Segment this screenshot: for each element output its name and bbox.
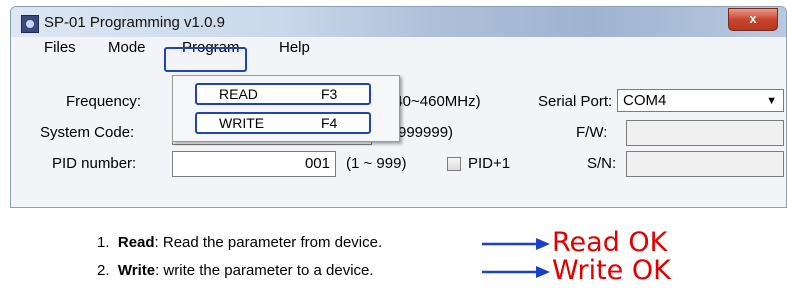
fw-label: F/W: bbox=[576, 124, 608, 141]
menu-files[interactable]: Files bbox=[44, 39, 76, 56]
chevron-down-icon[interactable]: ▼ bbox=[766, 95, 777, 107]
serial-port-select[interactable]: COM4 ▼ bbox=[617, 89, 784, 112]
fw-field bbox=[626, 120, 784, 146]
app-icon bbox=[21, 15, 39, 33]
note-number: 2. bbox=[97, 262, 110, 279]
arrow-right-icon bbox=[482, 238, 550, 250]
pid-label: PID number: bbox=[52, 155, 137, 172]
read-ok-text: Read OK bbox=[552, 227, 668, 258]
program-dropdown: READ F3 WRITE F4 bbox=[172, 75, 400, 142]
menu-help[interactable]: Help bbox=[279, 39, 310, 56]
pid-range: (1 ~ 999) bbox=[346, 155, 407, 172]
note-keyword: Write bbox=[117, 262, 156, 279]
system-code-range: 999999) bbox=[398, 124, 454, 141]
menu-item-shortcut: F3 bbox=[321, 86, 338, 102]
pid-value: 001 bbox=[304, 155, 330, 172]
window-title: SP-01 Programming v1.0.9 bbox=[44, 14, 225, 31]
frequency-label: Frequency: bbox=[66, 93, 142, 110]
write-ok-text: Write OK bbox=[552, 255, 671, 286]
program-menu-highlight bbox=[164, 47, 247, 72]
system-code-label: System Code: bbox=[40, 124, 135, 141]
serial-port-value: COM4 bbox=[623, 92, 667, 109]
note-text: : write the parameter to a device. bbox=[155, 262, 374, 279]
note-number: 1. bbox=[97, 234, 110, 251]
arrow-right-icon bbox=[482, 266, 550, 278]
title-bar[interactable]: SP-01 Programming v1.0.9 x bbox=[11, 7, 786, 37]
sn-label: S/N: bbox=[587, 155, 617, 172]
menu-item-shortcut: F4 bbox=[321, 115, 338, 131]
menu-item-write[interactable]: WRITE F4 bbox=[195, 112, 371, 134]
pid-number-field[interactable]: 001 bbox=[172, 151, 336, 177]
sn-field bbox=[626, 151, 784, 177]
close-button[interactable]: x bbox=[728, 8, 778, 31]
note-read: 1. Read: Read the parameter from device. bbox=[97, 234, 382, 251]
pid-plus-checkbox[interactable] bbox=[447, 157, 461, 171]
menu-bar: Files Mode Program Help bbox=[11, 37, 786, 59]
pid-plus-label: PID+1 bbox=[468, 155, 511, 172]
menu-item-label: WRITE bbox=[219, 115, 265, 131]
note-keyword: Read bbox=[117, 234, 155, 251]
serial-port-label: Serial Port: bbox=[538, 93, 613, 110]
note-write: 2. Write: write the parameter to a devic… bbox=[97, 262, 374, 279]
note-text: : Read the parameter from device. bbox=[154, 234, 383, 251]
menu-item-label: READ bbox=[219, 86, 258, 102]
arrows bbox=[482, 238, 550, 278]
menu-item-read[interactable]: READ F3 bbox=[195, 83, 371, 105]
menu-mode[interactable]: Mode bbox=[108, 39, 146, 56]
